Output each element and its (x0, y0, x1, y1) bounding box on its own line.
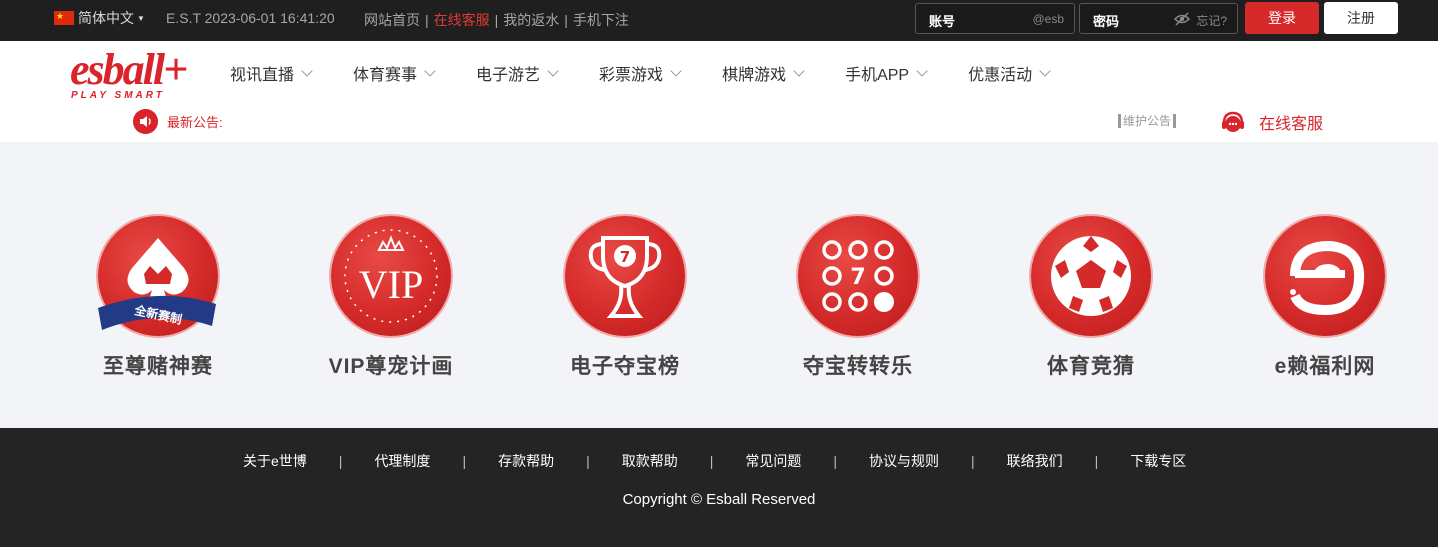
nav-item-app[interactable]: 手机APP (845, 61, 928, 85)
chevron-down-icon (1039, 64, 1051, 77)
account-label: 账号 (929, 14, 956, 29)
chevron-down-icon (916, 64, 928, 77)
chevron-down-icon (424, 64, 436, 77)
online-service-link[interactable]: 在线客服 (1220, 109, 1323, 135)
esball-logo[interactable]: esball+ PLAY SMART (68, 48, 192, 104)
feature-title: 夺宝转转乐 (803, 355, 913, 378)
footer-links: 关于e世博 | 代理制度 | 存款帮助 | 取款帮助 | 常见问题 | 协议与规则 | 联络… (243, 451, 1186, 471)
separator: | (971, 453, 975, 469)
nav-menu: 视讯直播 体育赛事 电子游艺 彩票游戏 棋牌游戏 手机APP 优惠活动 (230, 61, 1091, 85)
nav-item-sports[interactable]: 体育赛事 (353, 61, 436, 85)
announcement-label: 最新公告: (167, 115, 223, 130)
footer-link-terms[interactable]: 协议与规则 (869, 451, 939, 471)
register-button[interactable]: 注册 (1324, 2, 1398, 34)
account-suffix: @esb (1032, 12, 1064, 26)
separator: | (462, 453, 467, 469)
hide-password-icon[interactable] (1174, 12, 1190, 26)
trophy-icon: 7 (565, 216, 685, 336)
online-service-label: 在线客服 (1259, 116, 1324, 133)
chevron-down-icon (547, 64, 559, 77)
top-link-service[interactable]: 在线客服 (434, 10, 490, 30)
footer-link-contact[interactable]: 联络我们 (1007, 451, 1063, 471)
footer-link-agent[interactable]: 代理制度 (374, 451, 430, 471)
server-clock: E.S.T 2023-06-01 16:41:20 (166, 10, 335, 26)
nav-item-label: 电子游艺 (476, 67, 541, 84)
china-flag-icon (54, 10, 74, 25)
chevron-down-icon (301, 64, 313, 77)
separator: | (425, 12, 429, 28)
chevron-down-icon (793, 64, 805, 77)
separator: | (709, 453, 714, 469)
forgot-password-link[interactable]: 忘记? (1196, 12, 1227, 29)
e-logo-icon (1265, 216, 1385, 336)
feature-card-vip[interactable]: VIP VIP尊宠计画 (301, 216, 481, 380)
language-label: 简体中文 (78, 10, 134, 26)
nav-item-label: 手机APP (845, 67, 910, 84)
logo-wordmark: esball+ (70, 45, 188, 94)
account-input[interactable]: 账号 @esb (915, 3, 1075, 34)
nav-item-lottery[interactable]: 彩票游戏 (599, 61, 682, 85)
soccer-ball-icon (1031, 216, 1151, 336)
password-input[interactable]: 密码 忘记? (1079, 3, 1238, 34)
password-label: 密码 (1093, 14, 1120, 29)
top-link-rebate[interactable]: 我的返水 (503, 10, 559, 30)
slot-dots-icon: 7 (798, 216, 918, 336)
footer: 关于e世博 | 代理制度 | 存款帮助 | 取款帮助 | 常见问题 | 协议与规则 | 联络… (0, 428, 1438, 547)
feature-card-welfare[interactable]: e赖福利网 (1235, 216, 1415, 380)
maintenance-notice-link[interactable]: 维护公告 (1118, 114, 1177, 128)
spade-crown-icon: 全新赛制 (98, 216, 218, 336)
feature-card-sports[interactable]: 体育竞猜 (1001, 216, 1181, 380)
nav-item-label: 优惠活动 (968, 67, 1033, 84)
footer-link-deposit[interactable]: 存款帮助 (498, 451, 554, 471)
footer-link-about[interactable]: 关于e世博 (243, 451, 307, 471)
language-selector[interactable]: 简体中文 ▼ (54, 9, 145, 27)
main-nav: esball+ PLAY SMART 视讯直播 体育赛事 电子游艺 彩票游戏 棋… (0, 41, 1438, 142)
nav-item-slots[interactable]: 电子游艺 (476, 61, 559, 85)
nav-item-label: 棋牌游戏 (722, 67, 787, 84)
vip-crown-icon: VIP (331, 216, 451, 336)
feature-title: 至尊赌神赛 (103, 355, 213, 378)
separator: | (338, 453, 343, 469)
headset-icon (1222, 111, 1244, 132)
nav-item-promotions[interactable]: 优惠活动 (968, 61, 1051, 85)
nav-item-live[interactable]: 视讯直播 (230, 61, 313, 85)
logo-tagline: PLAY SMART (71, 90, 165, 101)
feature-title: e赖福利网 (1274, 355, 1376, 378)
separator: | (494, 12, 499, 28)
feature-title: VIP尊宠计画 (328, 355, 454, 378)
footer-link-download[interactable]: 下载专区 (1130, 451, 1186, 471)
feature-badge-text: 7 (850, 265, 865, 290)
feature-card-wheel[interactable]: 7 夺宝转转乐 (768, 216, 948, 380)
nav-item-label: 视讯直播 (230, 67, 295, 84)
nav-item-label: 彩票游戏 (599, 67, 664, 84)
login-button[interactable]: 登录 (1245, 2, 1319, 34)
top-links: 网站首页 | 在线客服 | 我的返水 | 手机下注 (364, 10, 629, 30)
feature-badge-text: 7 (620, 248, 630, 266)
nav-item-label: 体育赛事 (353, 67, 418, 84)
speaker-icon (133, 109, 158, 134)
footer-link-faq[interactable]: 常见问题 (745, 451, 801, 471)
announcement-bar: 最新公告: (133, 109, 223, 134)
separator: | (564, 12, 568, 28)
separator: | (833, 453, 837, 469)
top-link-home[interactable]: 网站首页 (364, 10, 420, 30)
separator: | (1094, 453, 1099, 469)
nav-item-cards[interactable]: 棋牌游戏 (722, 61, 805, 85)
feature-card-jackpot[interactable]: 7 电子夺宝榜 (535, 216, 715, 380)
feature-title: 电子夺宝榜 (570, 355, 680, 378)
feature-title: 体育竞猜 (1047, 355, 1135, 378)
top-bar: 简体中文 ▼ E.S.T 2023-06-01 16:41:20 网站首页 | … (0, 0, 1438, 41)
feature-badge-text: VIP (359, 262, 423, 307)
feature-section: 全新赛制 至尊赌神赛 VIP VIP尊宠计画 7 电子夺宝榜 7 夺宝转转乐 体… (0, 142, 1438, 428)
feature-card-tournament[interactable]: 全新赛制 至尊赌神赛 (68, 216, 248, 380)
copyright: Copyright © Esball Reserved (622, 491, 816, 508)
top-link-mobile[interactable]: 手机下注 (573, 10, 629, 30)
chevron-down-icon (670, 64, 682, 77)
separator: | (586, 453, 590, 469)
caret-down-icon: ▼ (137, 13, 145, 23)
footer-link-withdraw[interactable]: 取款帮助 (622, 451, 678, 471)
